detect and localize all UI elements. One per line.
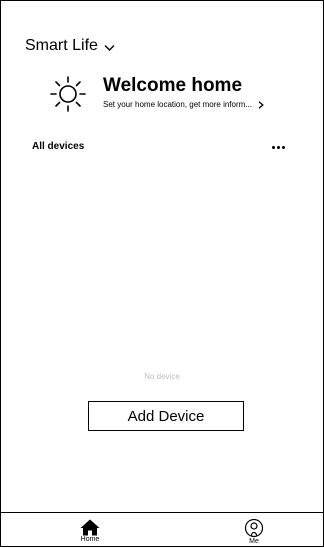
tab-me[interactable]: Me	[240, 519, 268, 545]
chevron-right-icon	[258, 100, 264, 109]
sun-icon	[50, 76, 86, 112]
more-dot	[282, 145, 285, 149]
home-selector[interactable]: Smart Life	[25, 37, 115, 55]
all-devices-title: All devices	[32, 141, 85, 152]
more-dots-icon	[272, 145, 275, 149]
chevron-down-icon	[104, 44, 115, 51]
tab-me-label: Me	[249, 538, 259, 545]
tab-home-label: Home	[80, 536, 100, 543]
add-device-button[interactable]: Add Device	[88, 401, 244, 431]
more-options-button[interactable]	[272, 140, 292, 154]
more-dot	[277, 145, 280, 149]
tab-home[interactable]: Home	[76, 519, 104, 543]
welcome-subtitle: Set your home location, get more inform.…	[103, 100, 252, 109]
bottom-tab-bar: Home Me	[0, 512, 324, 548]
home-icon	[80, 519, 100, 536]
home-name: Smart Life	[25, 37, 98, 54]
profile-icon	[244, 519, 264, 538]
welcome-banner[interactable]: Welcome home Set your home location, get…	[48, 74, 264, 114]
empty-state-text: No device	[144, 372, 180, 381]
set-location-link[interactable]: Set your home location, get more inform.…	[103, 100, 264, 109]
welcome-title: Welcome home	[103, 75, 243, 96]
